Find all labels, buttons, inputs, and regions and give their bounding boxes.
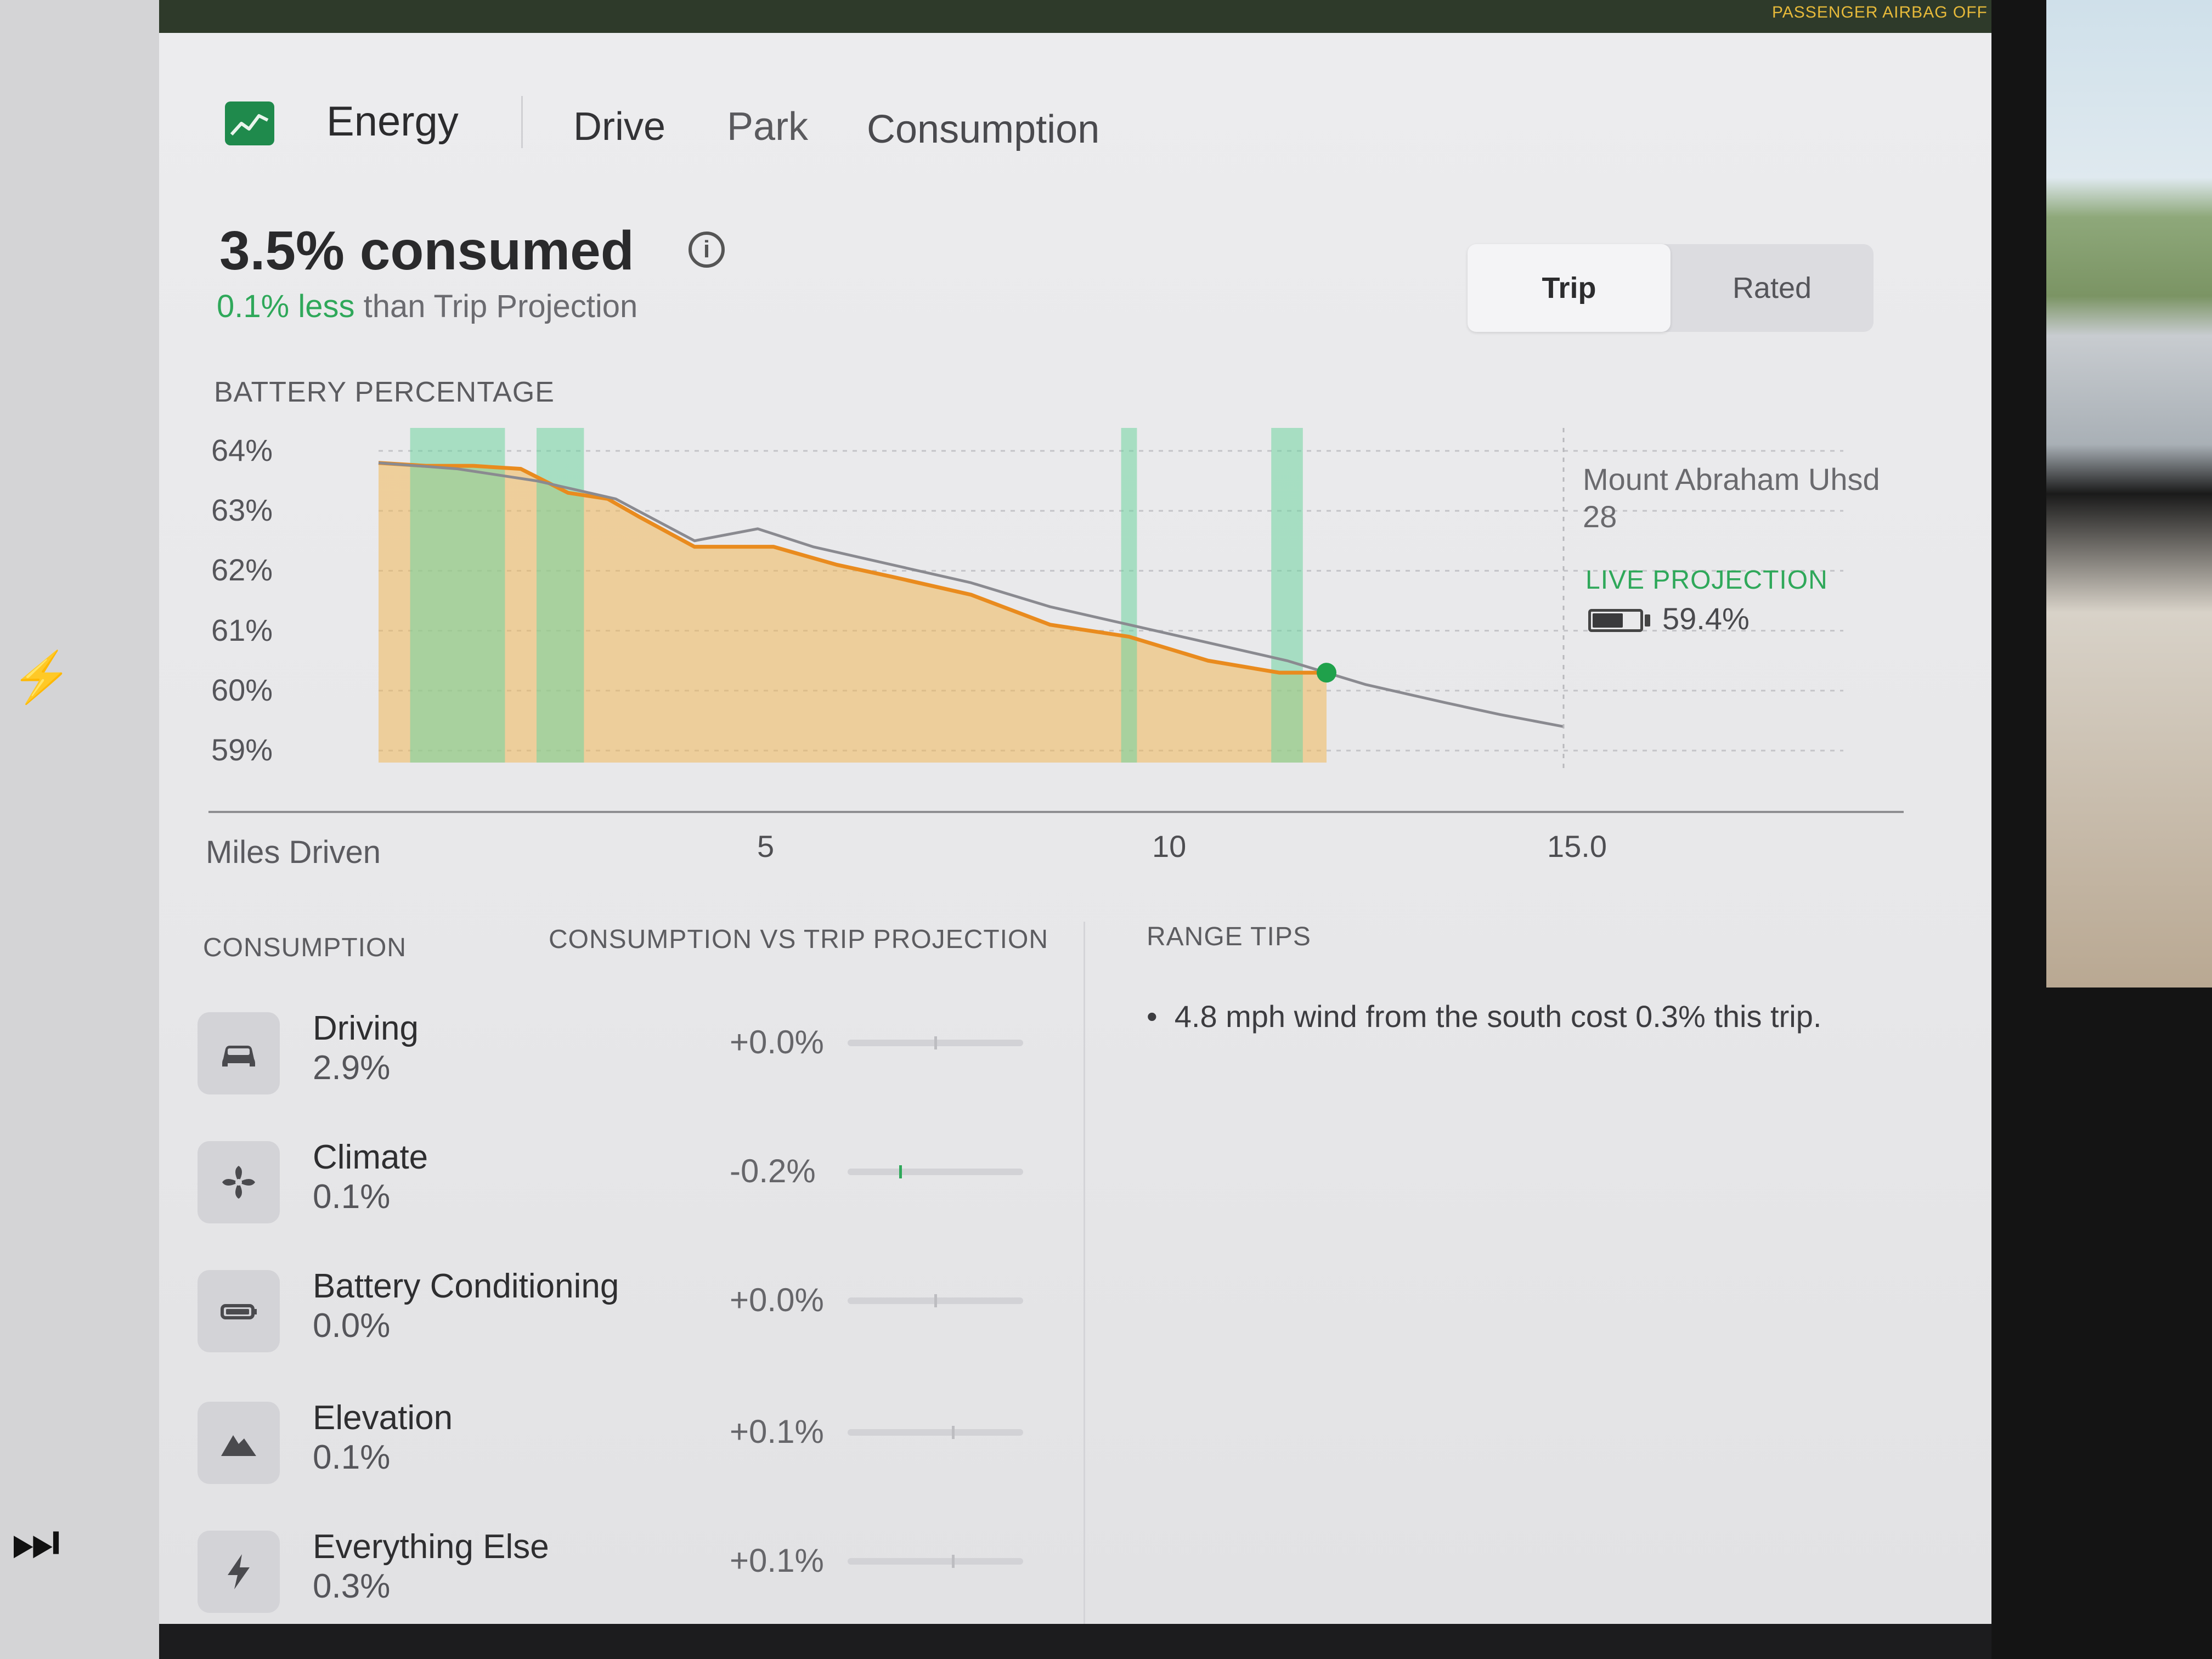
range-tip: • 4.8 mph wind from the south cost 0.3% … — [1147, 999, 1822, 1034]
consumption-header: CONSUMPTION — [203, 933, 407, 962]
consumption-row-everything-else[interactable]: Everything Else 0.3% +0.1% — [198, 1528, 1075, 1624]
delta-marker — [899, 1165, 902, 1178]
row-delta: +0.1% — [730, 1413, 824, 1450]
row-value: 2.9% — [313, 1049, 391, 1087]
current-position-dot — [1317, 663, 1336, 683]
consumption-row-climate[interactable]: Climate 0.1% -0.2% — [198, 1138, 1075, 1251]
live-projection-value: 59.4% — [1662, 601, 1750, 636]
y-tick-label: 63% — [211, 493, 273, 528]
y-tick-label: 59% — [211, 732, 273, 768]
mountain-icon — [198, 1402, 280, 1484]
range-tip-text: 4.8 mph wind from the south cost 0.3% th… — [1174, 999, 1822, 1034]
delta-bar — [848, 1165, 1023, 1178]
bolt-icon — [198, 1531, 280, 1613]
battery-nub — [1645, 614, 1650, 627]
y-tick-label: 60% — [211, 672, 273, 707]
destination-name: Mount Abraham Uhsd 28 — [1583, 462, 1880, 534]
row-label: Driving — [313, 1009, 419, 1047]
car-window-view — [2046, 0, 2212, 988]
delta-bar — [848, 1294, 1023, 1307]
media-next-icon[interactable]: ⏭ — [11, 1514, 71, 1569]
row-value: 0.0% — [313, 1307, 391, 1345]
consumption-row-battery-conditioning[interactable]: Battery Conditioning 0.0% +0.0% — [198, 1267, 1075, 1380]
delta-bar — [848, 1426, 1023, 1439]
row-delta: +0.0% — [730, 1282, 824, 1318]
row-label: Elevation — [313, 1399, 453, 1437]
x-axis-label: Miles Driven — [206, 834, 381, 870]
energy-app-panel: Energy Drive Park Consumption 3.5% consu… — [159, 33, 1991, 1624]
x-tick-label: 5 — [757, 829, 775, 864]
x-tick-label: 10 — [1152, 829, 1187, 864]
row-label: Battery Conditioning — [313, 1267, 619, 1305]
row-delta: -0.2% — [730, 1153, 816, 1189]
row-delta: +0.1% — [730, 1542, 824, 1579]
green-band — [1271, 428, 1303, 763]
charging-bolt-icon[interactable]: ⚡ — [11, 653, 72, 702]
y-tick-label: 61% — [211, 612, 273, 647]
delta-bar — [848, 1036, 1023, 1049]
row-label: Everything Else — [313, 1528, 549, 1566]
section-divider — [1084, 922, 1085, 1624]
delta-marker — [952, 1555, 955, 1568]
battery-level-icon — [1588, 609, 1643, 632]
green-band — [410, 428, 505, 763]
consumption-area — [379, 462, 1327, 763]
consumption-row-driving[interactable]: Driving 2.9% +0.0% — [198, 1009, 1075, 1122]
battery-fill — [1593, 613, 1623, 628]
sidebar-strip — [0, 0, 159, 1659]
row-value: 0.3% — [313, 1567, 391, 1605]
delta-bar — [848, 1555, 1023, 1568]
range-tips-header: RANGE TIPS — [1147, 922, 1311, 951]
car-icon — [198, 1012, 280, 1094]
row-value: 0.1% — [313, 1178, 391, 1216]
row-delta: +0.0% — [730, 1024, 824, 1060]
consumption-row-elevation[interactable]: Elevation 0.1% +0.1% — [198, 1399, 1075, 1511]
y-tick-label: 64% — [211, 432, 273, 467]
row-label: Climate — [313, 1138, 428, 1176]
live-projection-label: LIVE PROJECTION — [1585, 566, 1828, 595]
fan-icon — [198, 1141, 280, 1223]
row-value: 0.1% — [313, 1438, 391, 1476]
battery-icon — [198, 1270, 280, 1352]
delta-marker — [952, 1426, 955, 1439]
green-band — [537, 428, 584, 763]
passenger-airbag-indicator: PASSENGER AIRBAG OFF — [1772, 3, 1988, 21]
delta-marker — [934, 1036, 937, 1049]
delta-marker — [934, 1294, 937, 1307]
green-band — [1121, 428, 1137, 763]
x-tick-label: 15.0 — [1547, 829, 1607, 864]
consumption-vs-projection-header: CONSUMPTION VS TRIP PROJECTION — [549, 925, 1048, 954]
y-tick-label: 62% — [211, 552, 273, 588]
